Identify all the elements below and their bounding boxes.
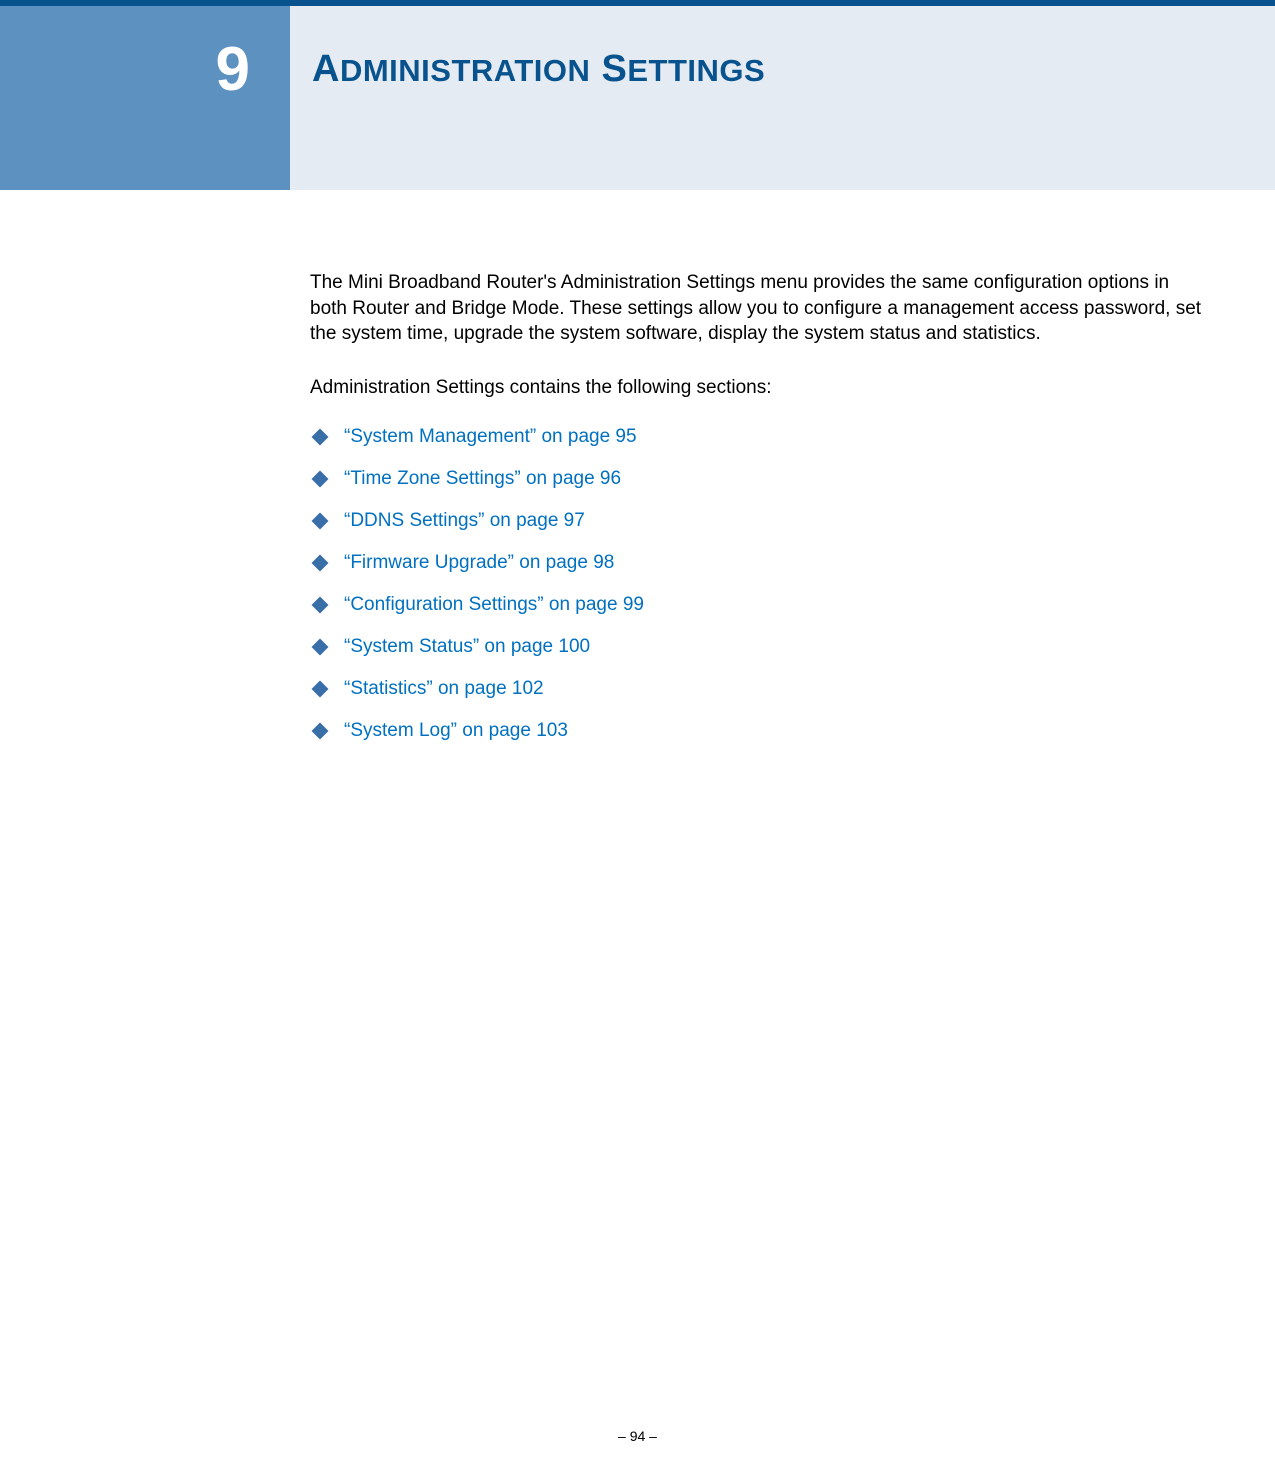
chapter-number-box: 9 bbox=[0, 6, 290, 190]
section-subheading: Administration Settings contains the fol… bbox=[310, 375, 1205, 402]
toc-item: “DDNS Settings” on page 97 bbox=[310, 510, 1205, 532]
toc-item: “System Log” on page 103 bbox=[310, 720, 1205, 742]
toc-item: “Firmware Upgrade” on page 98 bbox=[310, 552, 1205, 574]
chapter-number: 9 bbox=[216, 34, 250, 105]
diamond-bullet-icon bbox=[312, 428, 329, 445]
chapter-header: 9 ADMINISTRATION SETTINGS bbox=[0, 0, 1275, 190]
intro-paragraph: The Mini Broadband Router's Administrati… bbox=[310, 270, 1205, 347]
toc-link-configuration-settings[interactable]: “Configuration Settings” on page 99 bbox=[344, 594, 644, 616]
diamond-bullet-icon bbox=[312, 512, 329, 529]
toc-link-system-log[interactable]: “System Log” on page 103 bbox=[344, 720, 568, 742]
toc-item: “Statistics” on page 102 bbox=[310, 678, 1205, 700]
toc-list: “System Management” on page 95 “Time Zon… bbox=[310, 426, 1205, 742]
toc-link-system-status[interactable]: “System Status” on page 100 bbox=[344, 636, 590, 658]
toc-link-firmware-upgrade[interactable]: “Firmware Upgrade” on page 98 bbox=[344, 552, 614, 574]
toc-link-statistics[interactable]: “Statistics” on page 102 bbox=[344, 678, 544, 700]
chapter-title: ADMINISTRATION SETTINGS bbox=[312, 48, 765, 91]
diamond-bullet-icon bbox=[312, 470, 329, 487]
page-footer: – 94 – bbox=[0, 1428, 1275, 1444]
toc-item: “System Status” on page 100 bbox=[310, 636, 1205, 658]
toc-item: “Time Zone Settings” on page 96 bbox=[310, 468, 1205, 490]
chapter-title-box: ADMINISTRATION SETTINGS bbox=[290, 6, 1275, 190]
toc-item: “Configuration Settings” on page 99 bbox=[310, 594, 1205, 616]
toc-link-ddns-settings[interactable]: “DDNS Settings” on page 97 bbox=[344, 510, 585, 532]
toc-item: “System Management” on page 95 bbox=[310, 426, 1205, 448]
toc-link-system-management[interactable]: “System Management” on page 95 bbox=[344, 426, 637, 448]
diamond-bullet-icon bbox=[312, 554, 329, 571]
diamond-bullet-icon bbox=[312, 596, 329, 613]
page-content: The Mini Broadband Router's Administrati… bbox=[0, 190, 1275, 742]
toc-link-time-zone-settings[interactable]: “Time Zone Settings” on page 96 bbox=[344, 468, 621, 490]
diamond-bullet-icon bbox=[312, 722, 329, 739]
diamond-bullet-icon bbox=[312, 638, 329, 655]
diamond-bullet-icon bbox=[312, 680, 329, 697]
